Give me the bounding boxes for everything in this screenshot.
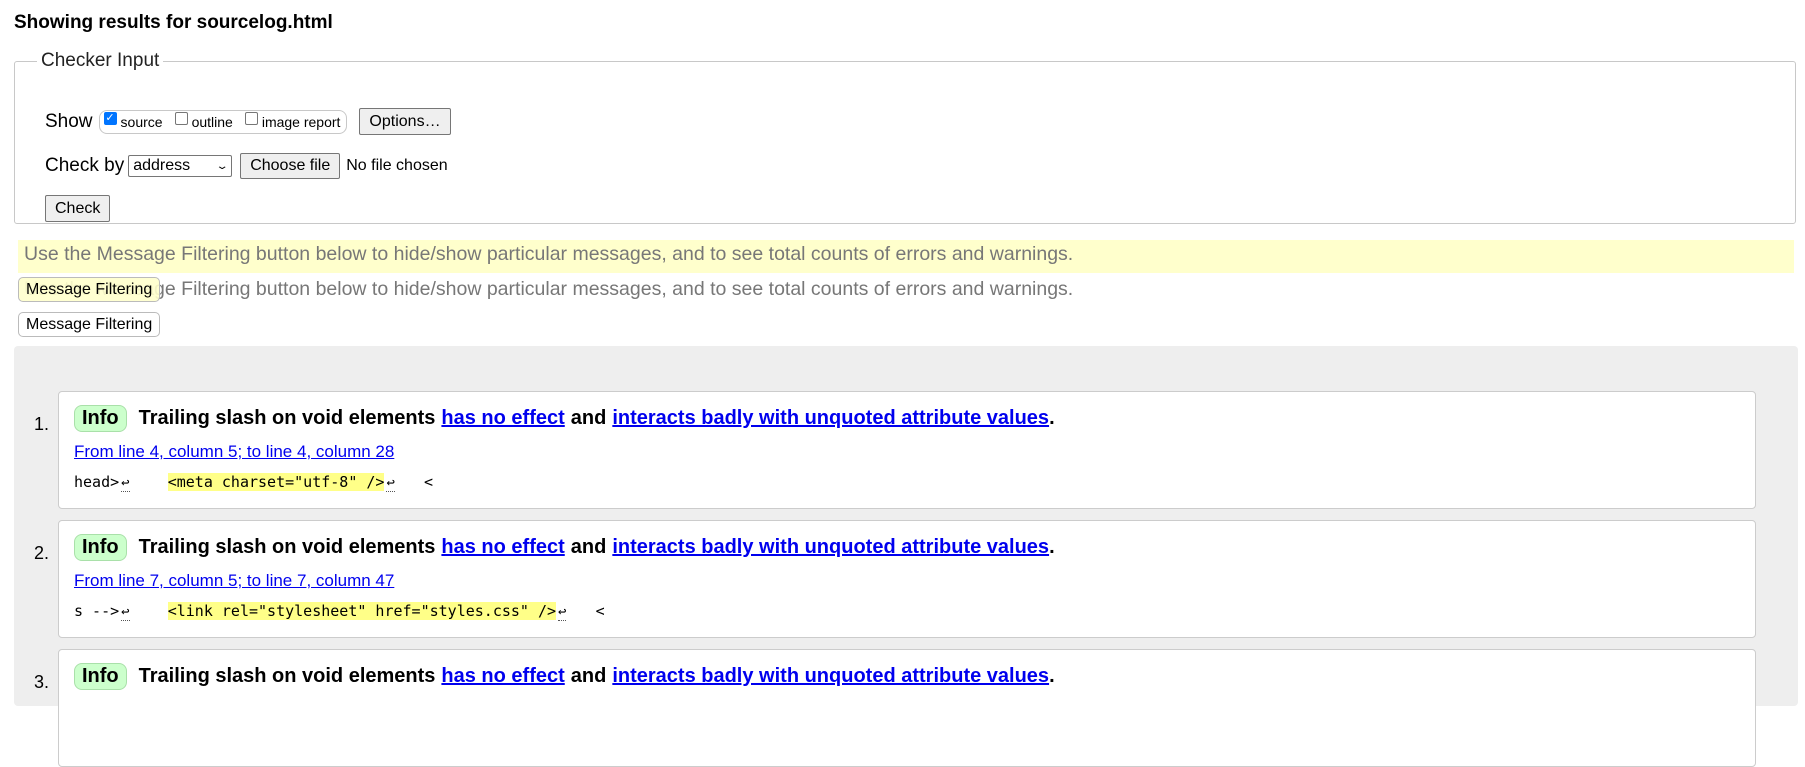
show-options-group: source outline image report	[98, 109, 348, 134]
message-text-end: .	[1049, 407, 1055, 429]
choose-file-button[interactable]: Choose file	[240, 153, 341, 179]
message-filtering-button-duplicate[interactable]: Message Filtering	[18, 312, 161, 337]
image-report-label: image report	[261, 113, 341, 130]
code-highlight: <link rel="stylesheet" href="styles.css"…	[167, 602, 557, 620]
outline-checkbox[interactable]	[174, 112, 188, 125]
message-text-end: .	[1049, 536, 1055, 558]
message-number: 2.	[34, 543, 50, 563]
message-number: 1.	[34, 414, 50, 434]
list-item: 3. Info Trailing slash on void elements …	[34, 649, 1756, 767]
check-by-row: Check by address ⌄ Choose file No file c…	[45, 153, 448, 179]
show-outline-option[interactable]: outline	[174, 112, 233, 130]
source-checkbox[interactable]	[103, 112, 117, 125]
check-row: Check	[45, 195, 111, 222]
page-title: Showing results for sourcelog.html	[14, 12, 333, 33]
chevron-down-icon: ⌄	[215, 160, 229, 172]
source-label: source	[120, 113, 163, 130]
code-before: s -->	[74, 602, 120, 620]
results-panel: 1. Info Trailing slash on void elements …	[14, 346, 1798, 767]
no-file-chosen-text: No file chosen	[346, 157, 448, 174]
check-button[interactable]: Check	[45, 195, 111, 222]
info-badge: Info	[74, 663, 127, 690]
image-report-checkbox[interactable]	[244, 112, 258, 125]
message-headline: Info Trailing slash on void elements has…	[74, 405, 1055, 432]
line-feed-icon: ↩	[121, 475, 130, 492]
has-no-effect-link[interactable]: has no effect	[441, 536, 564, 559]
show-image-report-option[interactable]: image report	[244, 112, 341, 130]
message-number: 3.	[34, 672, 50, 692]
show-row: Show source outline image report Options…	[45, 108, 451, 135]
unquoted-attribute-link[interactable]: interacts badly with unquoted attribute …	[612, 536, 1049, 559]
message-headline: Info Trailing slash on void elements has…	[74, 534, 1055, 561]
info-badge: Info	[74, 534, 127, 561]
has-no-effect-link[interactable]: has no effect	[441, 407, 564, 430]
message-text: Trailing slash on void elements	[138, 536, 436, 558]
message-text-end: .	[1049, 665, 1055, 687]
code-before: head>	[74, 473, 120, 491]
unquoted-attribute-link[interactable]: interacts badly with unquoted attribute …	[612, 665, 1049, 688]
unquoted-attribute-link[interactable]: interacts badly with unquoted attribute …	[612, 407, 1049, 430]
checker-input-legend: Checker Input	[41, 50, 160, 71]
line-feed-icon: ↩	[121, 604, 130, 621]
code-after: <	[568, 602, 605, 620]
code-highlight: <meta charset="utf-8" />	[167, 473, 385, 491]
check-by-label: Check by	[45, 155, 125, 176]
location-link[interactable]: From line 4, column 5; to line 4, column…	[74, 442, 394, 462]
list-item: 2. Info Trailing slash on void elements …	[34, 520, 1756, 638]
source-extract: s --> ↩ <link rel="stylesheet" href="styl…	[74, 602, 605, 621]
list-item: 1. Info Trailing slash on void elements …	[34, 391, 1756, 509]
check-by-value: address	[133, 157, 191, 174]
show-source-option[interactable]: source	[103, 112, 163, 130]
message-text-and: and	[570, 665, 607, 687]
code-after: <	[396, 473, 434, 491]
message-text-and: and	[570, 536, 607, 558]
message-headline: Info Trailing slash on void elements has…	[74, 663, 1055, 690]
outline-label: outline	[191, 113, 233, 130]
has-no-effect-link[interactable]: has no effect	[441, 665, 564, 688]
line-feed-icon: ↩	[386, 475, 395, 492]
message-filtering-button[interactable]: Message Filtering	[18, 277, 161, 302]
checker-input-panel: Checker Input Show source outline image …	[14, 50, 1796, 224]
message-text-and: and	[570, 407, 607, 429]
message-text: Trailing slash on void elements	[138, 665, 436, 687]
check-by-select[interactable]: address ⌄	[128, 155, 233, 177]
options-button[interactable]: Options…	[359, 108, 451, 135]
line-feed-icon: ↩	[558, 604, 567, 621]
message-text: Trailing slash on void elements	[138, 407, 436, 429]
show-label: Show	[45, 110, 93, 132]
location-link[interactable]: From line 7, column 5; to line 7, column…	[74, 571, 394, 591]
info-badge: Info	[74, 405, 127, 432]
source-extract: head> ↩ <meta charset="utf-8" /> ↩ <	[74, 473, 434, 492]
message-filtering-hint: Use the Message Filtering button below t…	[18, 240, 1794, 273]
message-filtering-hint-duplicate: Use the Message Filtering button below t…	[24, 278, 1074, 300]
